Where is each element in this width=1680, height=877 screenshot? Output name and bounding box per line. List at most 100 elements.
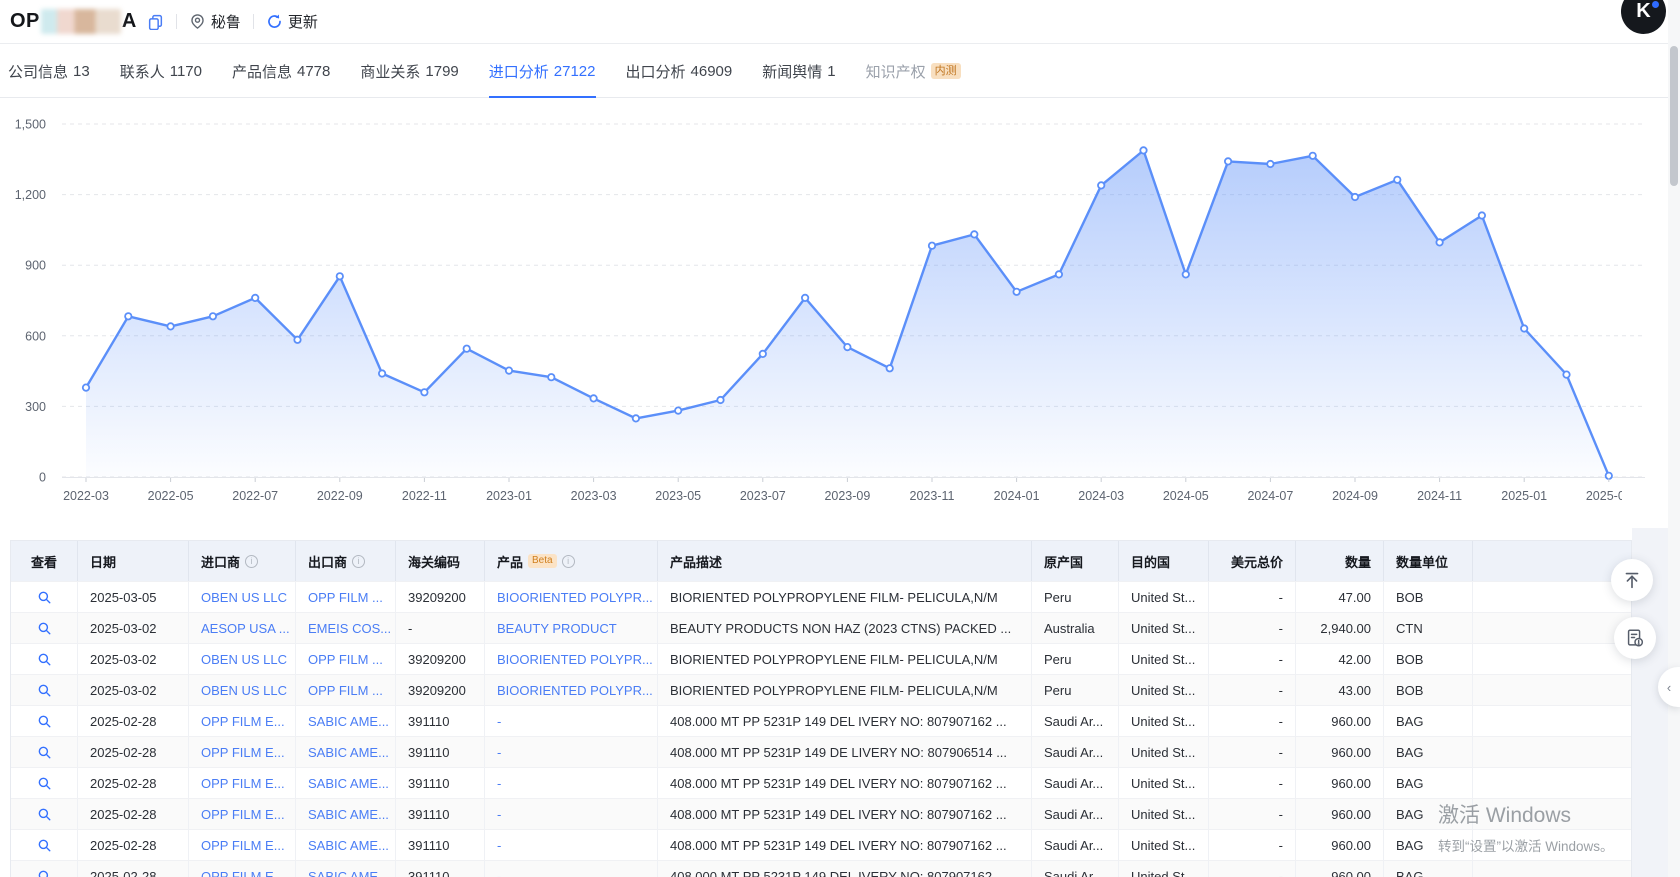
data-point-marker	[83, 384, 89, 390]
cell-qty: 43.00	[1296, 675, 1384, 705]
cell-product[interactable]: BIOORIENTED POLYPR...	[485, 582, 658, 612]
view-detail-button[interactable]	[11, 861, 78, 877]
cell-exporter[interactable]: EMEIS COS...	[296, 613, 396, 643]
tab-import-analysis[interactable]: 进口分析27122	[489, 45, 596, 98]
copy-icon[interactable]	[147, 13, 164, 30]
column-header-label: 目的国	[1131, 552, 1170, 571]
cell-product[interactable]: -	[485, 861, 658, 877]
cell-product[interactable]: BIOORIENTED POLYPR...	[485, 644, 658, 674]
cell-importer[interactable]: OPP FILM E...	[189, 768, 296, 798]
data-point-marker	[1479, 212, 1485, 218]
y-axis-tick-label: 0	[39, 471, 46, 485]
cell-importer[interactable]: OPP FILM E...	[189, 706, 296, 736]
cell-exporter[interactable]: OPP FILM ...	[296, 644, 396, 674]
data-point-marker	[1183, 271, 1189, 277]
magnifier-icon	[37, 714, 52, 729]
cell-blank	[1473, 830, 1633, 860]
cell-importer[interactable]: OPP FILM E...	[189, 861, 296, 877]
view-detail-button[interactable]	[11, 706, 78, 736]
cell-exporter[interactable]: SABIC AME...	[296, 737, 396, 767]
cell-importer[interactable]: OPP FILM E...	[189, 799, 296, 829]
data-point-marker	[1098, 182, 1104, 188]
view-detail-button[interactable]	[11, 644, 78, 674]
cell-importer[interactable]: AESOP USA ...	[189, 613, 296, 643]
scrollbar-thumb[interactable]	[1670, 46, 1678, 186]
tab-count: 1	[827, 63, 835, 80]
tab-business-relations[interactable]: 商业关系1799	[360, 45, 458, 98]
cell-exporter[interactable]: SABIC AME...	[296, 706, 396, 736]
cell-dest: United St...	[1119, 799, 1209, 829]
column-header-label: 产品描述	[670, 552, 722, 571]
cell-unit: CTN	[1384, 613, 1473, 643]
view-detail-button[interactable]	[11, 737, 78, 767]
tab-news[interactable]: 新闻舆情1	[762, 45, 835, 98]
info-icon[interactable]: i	[562, 555, 575, 568]
x-axis-tick-label: 2024-01	[994, 489, 1040, 503]
data-point-marker	[590, 395, 596, 401]
cell-date: 2025-02-28	[78, 737, 189, 767]
cell-product[interactable]: -	[485, 737, 658, 767]
cell-product[interactable]: -	[485, 830, 658, 860]
info-icon[interactable]: i	[245, 555, 258, 568]
cell-exporter[interactable]: SABIC AME...	[296, 861, 396, 877]
scrollbar-track[interactable]	[1668, 0, 1680, 877]
import-trend-chart: 03006009001,2001,5002022-032022-052022-0…	[0, 98, 1680, 540]
feedback-button[interactable]	[1614, 617, 1656, 659]
cell-origin: Saudi Ar...	[1032, 706, 1119, 736]
cell-product[interactable]: BEAUTY PRODUCT	[485, 613, 658, 643]
back-to-top-button[interactable]	[1611, 559, 1653, 601]
company-title: OP A	[10, 9, 137, 34]
view-detail-button[interactable]	[11, 768, 78, 798]
view-detail-button[interactable]	[11, 830, 78, 860]
cell-importer[interactable]: OPP FILM E...	[189, 737, 296, 767]
table-row: 2025-03-02OBEN US LLCOPP FILM ...3920920…	[11, 643, 1631, 674]
cell-usd: -	[1209, 582, 1296, 612]
tab-export-analysis[interactable]: 出口分析46909	[626, 45, 733, 98]
tab-company-info[interactable]: 公司信息13	[8, 45, 90, 98]
location-button[interactable]: 秘鲁	[189, 11, 241, 32]
cell-date: 2025-02-28	[78, 830, 189, 860]
tab-product-info[interactable]: 产品信息4778	[232, 45, 330, 98]
data-point-marker	[1352, 194, 1358, 200]
view-detail-button[interactable]	[11, 675, 78, 705]
cell-exporter[interactable]: OPP FILM ...	[296, 582, 396, 612]
cell-exporter[interactable]: SABIC AME...	[296, 768, 396, 798]
cell-importer[interactable]: OBEN US LLC	[189, 675, 296, 705]
cell-product[interactable]: BIOORIENTED POLYPR...	[485, 675, 658, 705]
view-detail-button[interactable]	[11, 613, 78, 643]
cell-exporter[interactable]: SABIC AME...	[296, 799, 396, 829]
x-axis-tick-label: 2023-01	[486, 489, 532, 503]
cell-date: 2025-02-28	[78, 799, 189, 829]
cell-exporter[interactable]: OPP FILM ...	[296, 675, 396, 705]
cell-importer[interactable]: OBEN US LLC	[189, 644, 296, 674]
view-detail-button[interactable]	[11, 582, 78, 612]
cell-date: 2025-02-28	[78, 768, 189, 798]
magnifier-icon	[37, 683, 52, 698]
cell-product[interactable]: -	[485, 706, 658, 736]
y-axis-tick-label: 1,200	[15, 188, 46, 202]
location-pin-icon	[189, 13, 206, 30]
column-header-product: 产品Betai	[485, 541, 658, 581]
cell-product[interactable]: -	[485, 799, 658, 829]
column-header-label: 数量	[1345, 552, 1371, 571]
cell-blank	[1473, 737, 1633, 767]
refresh-button[interactable]: 更新	[266, 11, 318, 32]
view-detail-button[interactable]	[11, 799, 78, 829]
cell-importer[interactable]: OBEN US LLC	[189, 582, 296, 612]
cell-importer[interactable]: OPP FILM E...	[189, 830, 296, 860]
data-point-marker	[125, 313, 131, 319]
cell-exporter[interactable]: SABIC AME...	[296, 830, 396, 860]
cell-desc: 408.000 MT PP 5231P 149 DEL IVERY NO: 80…	[658, 830, 1032, 860]
notification-dot	[1652, 1, 1659, 8]
cell-product[interactable]: -	[485, 768, 658, 798]
avatar[interactable]: K	[1621, 0, 1666, 34]
back-to-top-icon	[1621, 569, 1643, 591]
refresh-label: 更新	[288, 11, 318, 32]
info-icon[interactable]: i	[352, 555, 365, 568]
tab-contacts[interactable]: 联系人1170	[120, 45, 202, 98]
tab-count: 1170	[170, 63, 202, 80]
avatar-letter: K	[1636, 0, 1650, 23]
cell-hs: 39209200	[396, 644, 485, 674]
magnifier-icon	[37, 745, 52, 760]
tab-ip[interactable]: 知识产权内测	[866, 45, 961, 98]
